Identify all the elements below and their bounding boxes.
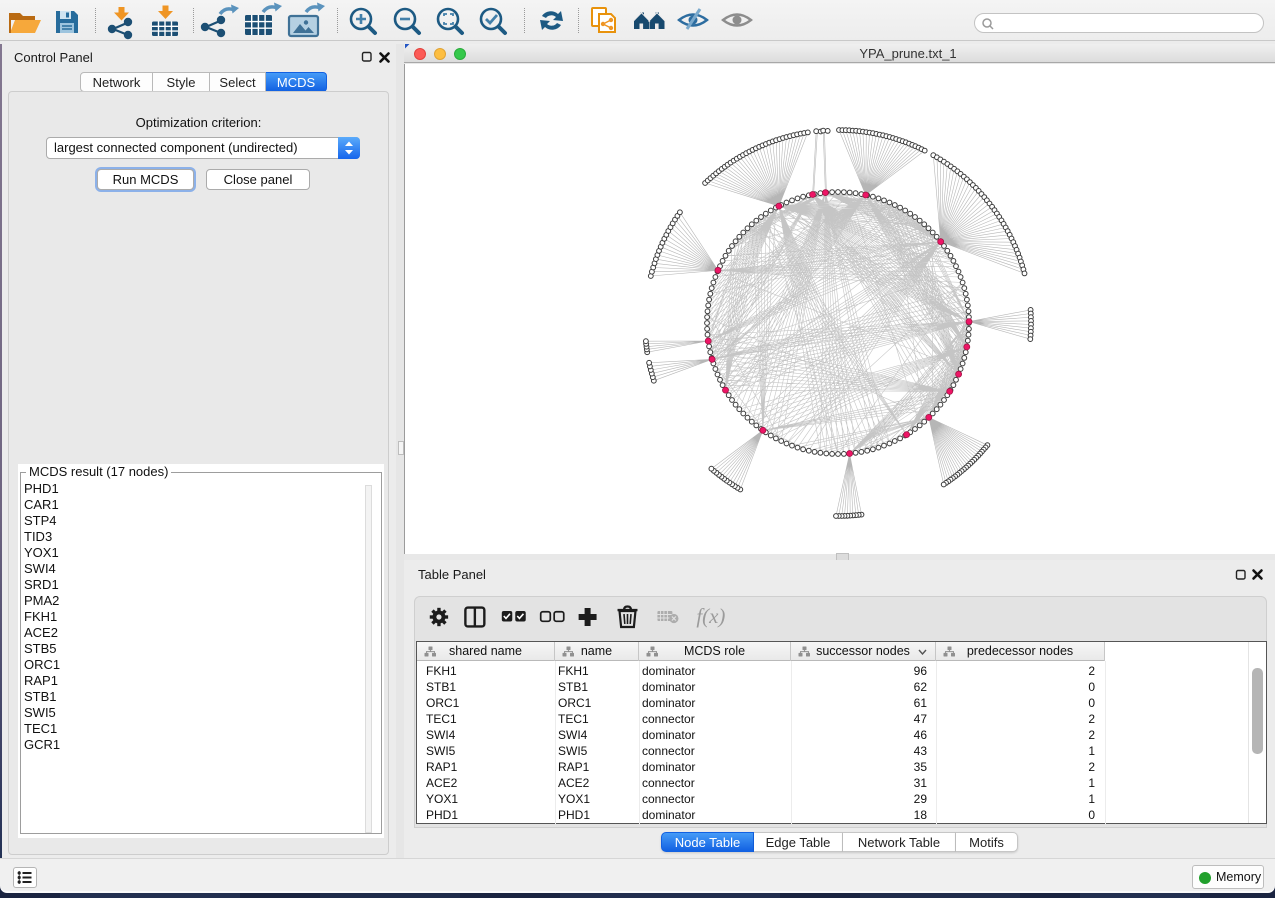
svg-text:f(x): f(x) — [696, 604, 725, 628]
